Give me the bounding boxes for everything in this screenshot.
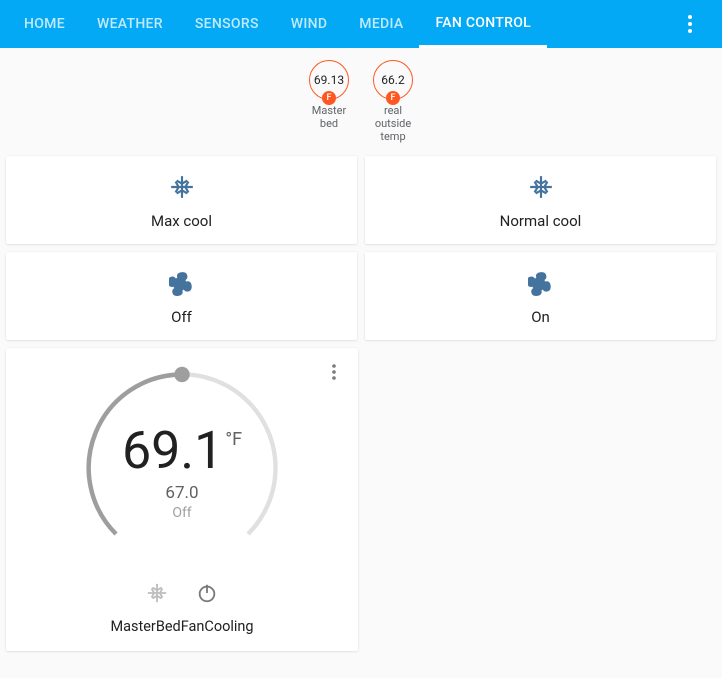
tab-media[interactable]: MEDIA	[343, 0, 419, 48]
badge-value: 69.13 F	[309, 60, 349, 100]
tab-weather[interactable]: WEATHER	[81, 0, 179, 48]
tab-home[interactable]: HOME	[8, 0, 81, 48]
thermostat-dial[interactable]: 69.1 °F 67.0 Off	[72, 358, 292, 578]
badge-unit: F	[322, 91, 336, 105]
tab-fan-control[interactable]: FAN CONTROL	[419, 0, 547, 48]
mode-label: Off	[172, 505, 191, 521]
snowflake-icon	[169, 174, 195, 204]
badge-value: 66.2 F	[373, 60, 413, 100]
fan-icon	[169, 270, 195, 300]
badge-value-text: 66.2	[381, 73, 404, 87]
temp-unit: °F	[225, 431, 242, 449]
badge-master-bed[interactable]: 69.13 F Master bed	[301, 60, 357, 144]
tab-sensors[interactable]: SENSORS	[179, 0, 275, 48]
card-max-cool[interactable]: Max cool	[6, 156, 357, 244]
sensor-badges: 69.13 F Master bed 66.2 F real outside t…	[0, 48, 722, 152]
power-icon[interactable]	[196, 582, 218, 608]
thermostat-controls	[6, 582, 358, 608]
top-nav-bar: HOME WEATHER SENSORS WIND MEDIA FAN CONT…	[0, 0, 722, 48]
card-label: Off	[171, 308, 192, 326]
card-label: Max cool	[151, 212, 212, 230]
card-label: On	[531, 308, 550, 326]
overflow-menu-icon[interactable]	[670, 0, 710, 48]
card-label: Normal cool	[500, 212, 582, 230]
card-normal-cool[interactable]: Normal cool	[365, 156, 716, 244]
thermostat-name: MasterBedFanCooling	[6, 618, 358, 635]
fan-icon	[528, 270, 554, 300]
badge-value-text: 69.13	[314, 73, 344, 87]
badge-outside-temp[interactable]: 66.2 F real outside temp	[365, 60, 421, 144]
action-grid: Max cool Normal cool Off On	[0, 152, 722, 344]
tab-strip: HOME WEATHER SENSORS WIND MEDIA FAN CONT…	[8, 0, 547, 48]
card-on[interactable]: On	[365, 252, 716, 340]
thermostat-more-icon[interactable]	[318, 356, 350, 388]
thermostat-card: 69.1 °F 67.0 Off MasterBedFanCooling	[6, 348, 358, 651]
snowflake-icon	[528, 174, 554, 204]
badge-unit: F	[386, 91, 400, 105]
dial-readout: 69.1 °F 67.0 Off	[72, 358, 292, 578]
card-off[interactable]: Off	[6, 252, 357, 340]
cool-mode-icon[interactable]	[146, 582, 168, 608]
badge-label: real outside temp	[365, 104, 421, 144]
badge-label: Master bed	[301, 104, 357, 130]
current-temp: 69.1 °F	[122, 425, 242, 477]
tab-wind[interactable]: WIND	[275, 0, 344, 48]
current-temp-value: 69.1	[122, 425, 223, 477]
setpoint-temp: 67.0	[165, 483, 198, 503]
